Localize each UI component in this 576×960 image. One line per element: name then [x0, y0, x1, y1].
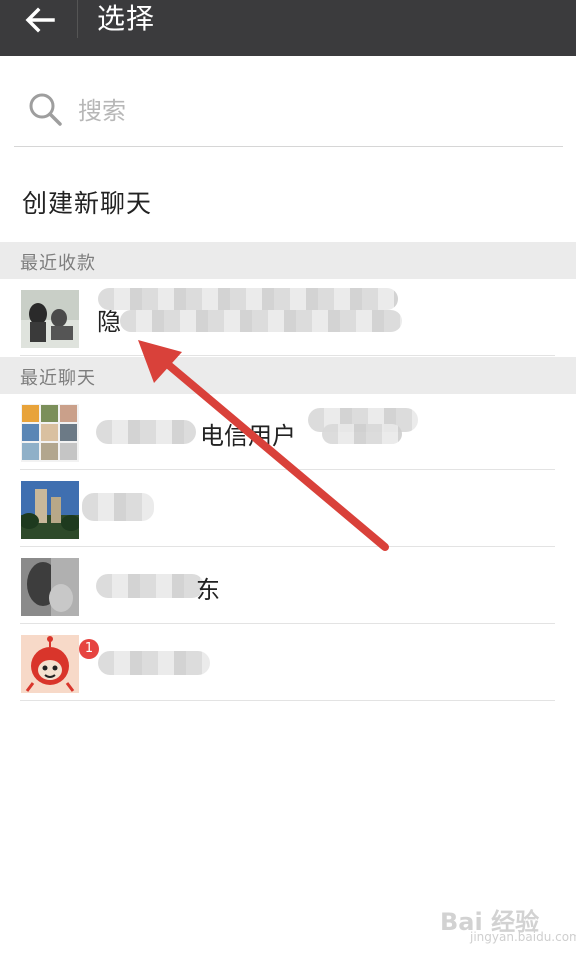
- contact-name: 东: [196, 576, 220, 604]
- avatar: [21, 481, 79, 539]
- avatar: 1: [21, 635, 99, 693]
- row-divider: [20, 546, 555, 547]
- blurred-name-overlay: [96, 420, 196, 444]
- unread-badge: 1: [79, 639, 99, 659]
- blurred-name-overlay: [322, 424, 402, 444]
- list-item[interactable]: 隐: [0, 280, 576, 356]
- avatar: [21, 290, 79, 348]
- row-divider: [20, 355, 555, 356]
- search-icon: [29, 93, 62, 126]
- blurred-name-overlay: [120, 310, 402, 332]
- list-item[interactable]: 东: [0, 548, 576, 624]
- row-divider: [20, 623, 555, 624]
- top-bar: 选择: [0, 0, 576, 56]
- blurred-name-overlay: [96, 574, 204, 598]
- list-item[interactable]: 电信用户: [0, 394, 576, 470]
- blurred-name-overlay: [98, 651, 210, 675]
- create-new-chat-label: 创建新聊天: [22, 189, 153, 218]
- watermark-url: jingyan.baidu.com: [470, 930, 576, 944]
- topbar-divider: [77, 0, 78, 38]
- row-divider: [20, 469, 555, 470]
- create-new-chat-item[interactable]: 创建新聊天: [0, 160, 576, 242]
- section-header-recent-payments: 最近收款: [0, 242, 576, 279]
- back-arrow-icon: [25, 7, 55, 33]
- group-avatar: [21, 404, 79, 462]
- back-button[interactable]: [14, 0, 66, 40]
- avatar: [21, 558, 79, 616]
- section-header-recent-chats: 最近聊天: [0, 357, 576, 394]
- contact-name: 电信用户: [200, 422, 296, 450]
- list-item[interactable]: [0, 471, 576, 547]
- section-title: 最近收款: [20, 253, 96, 274]
- blurred-name-overlay: [98, 288, 398, 310]
- search-bar: [14, 74, 563, 147]
- section-title: 最近聊天: [20, 368, 96, 389]
- page-title: 选择: [97, 2, 156, 35]
- search-input[interactable]: [76, 90, 550, 132]
- row-divider: [20, 700, 555, 701]
- blurred-name-overlay: [82, 493, 154, 521]
- list-item[interactable]: 1: [0, 625, 576, 701]
